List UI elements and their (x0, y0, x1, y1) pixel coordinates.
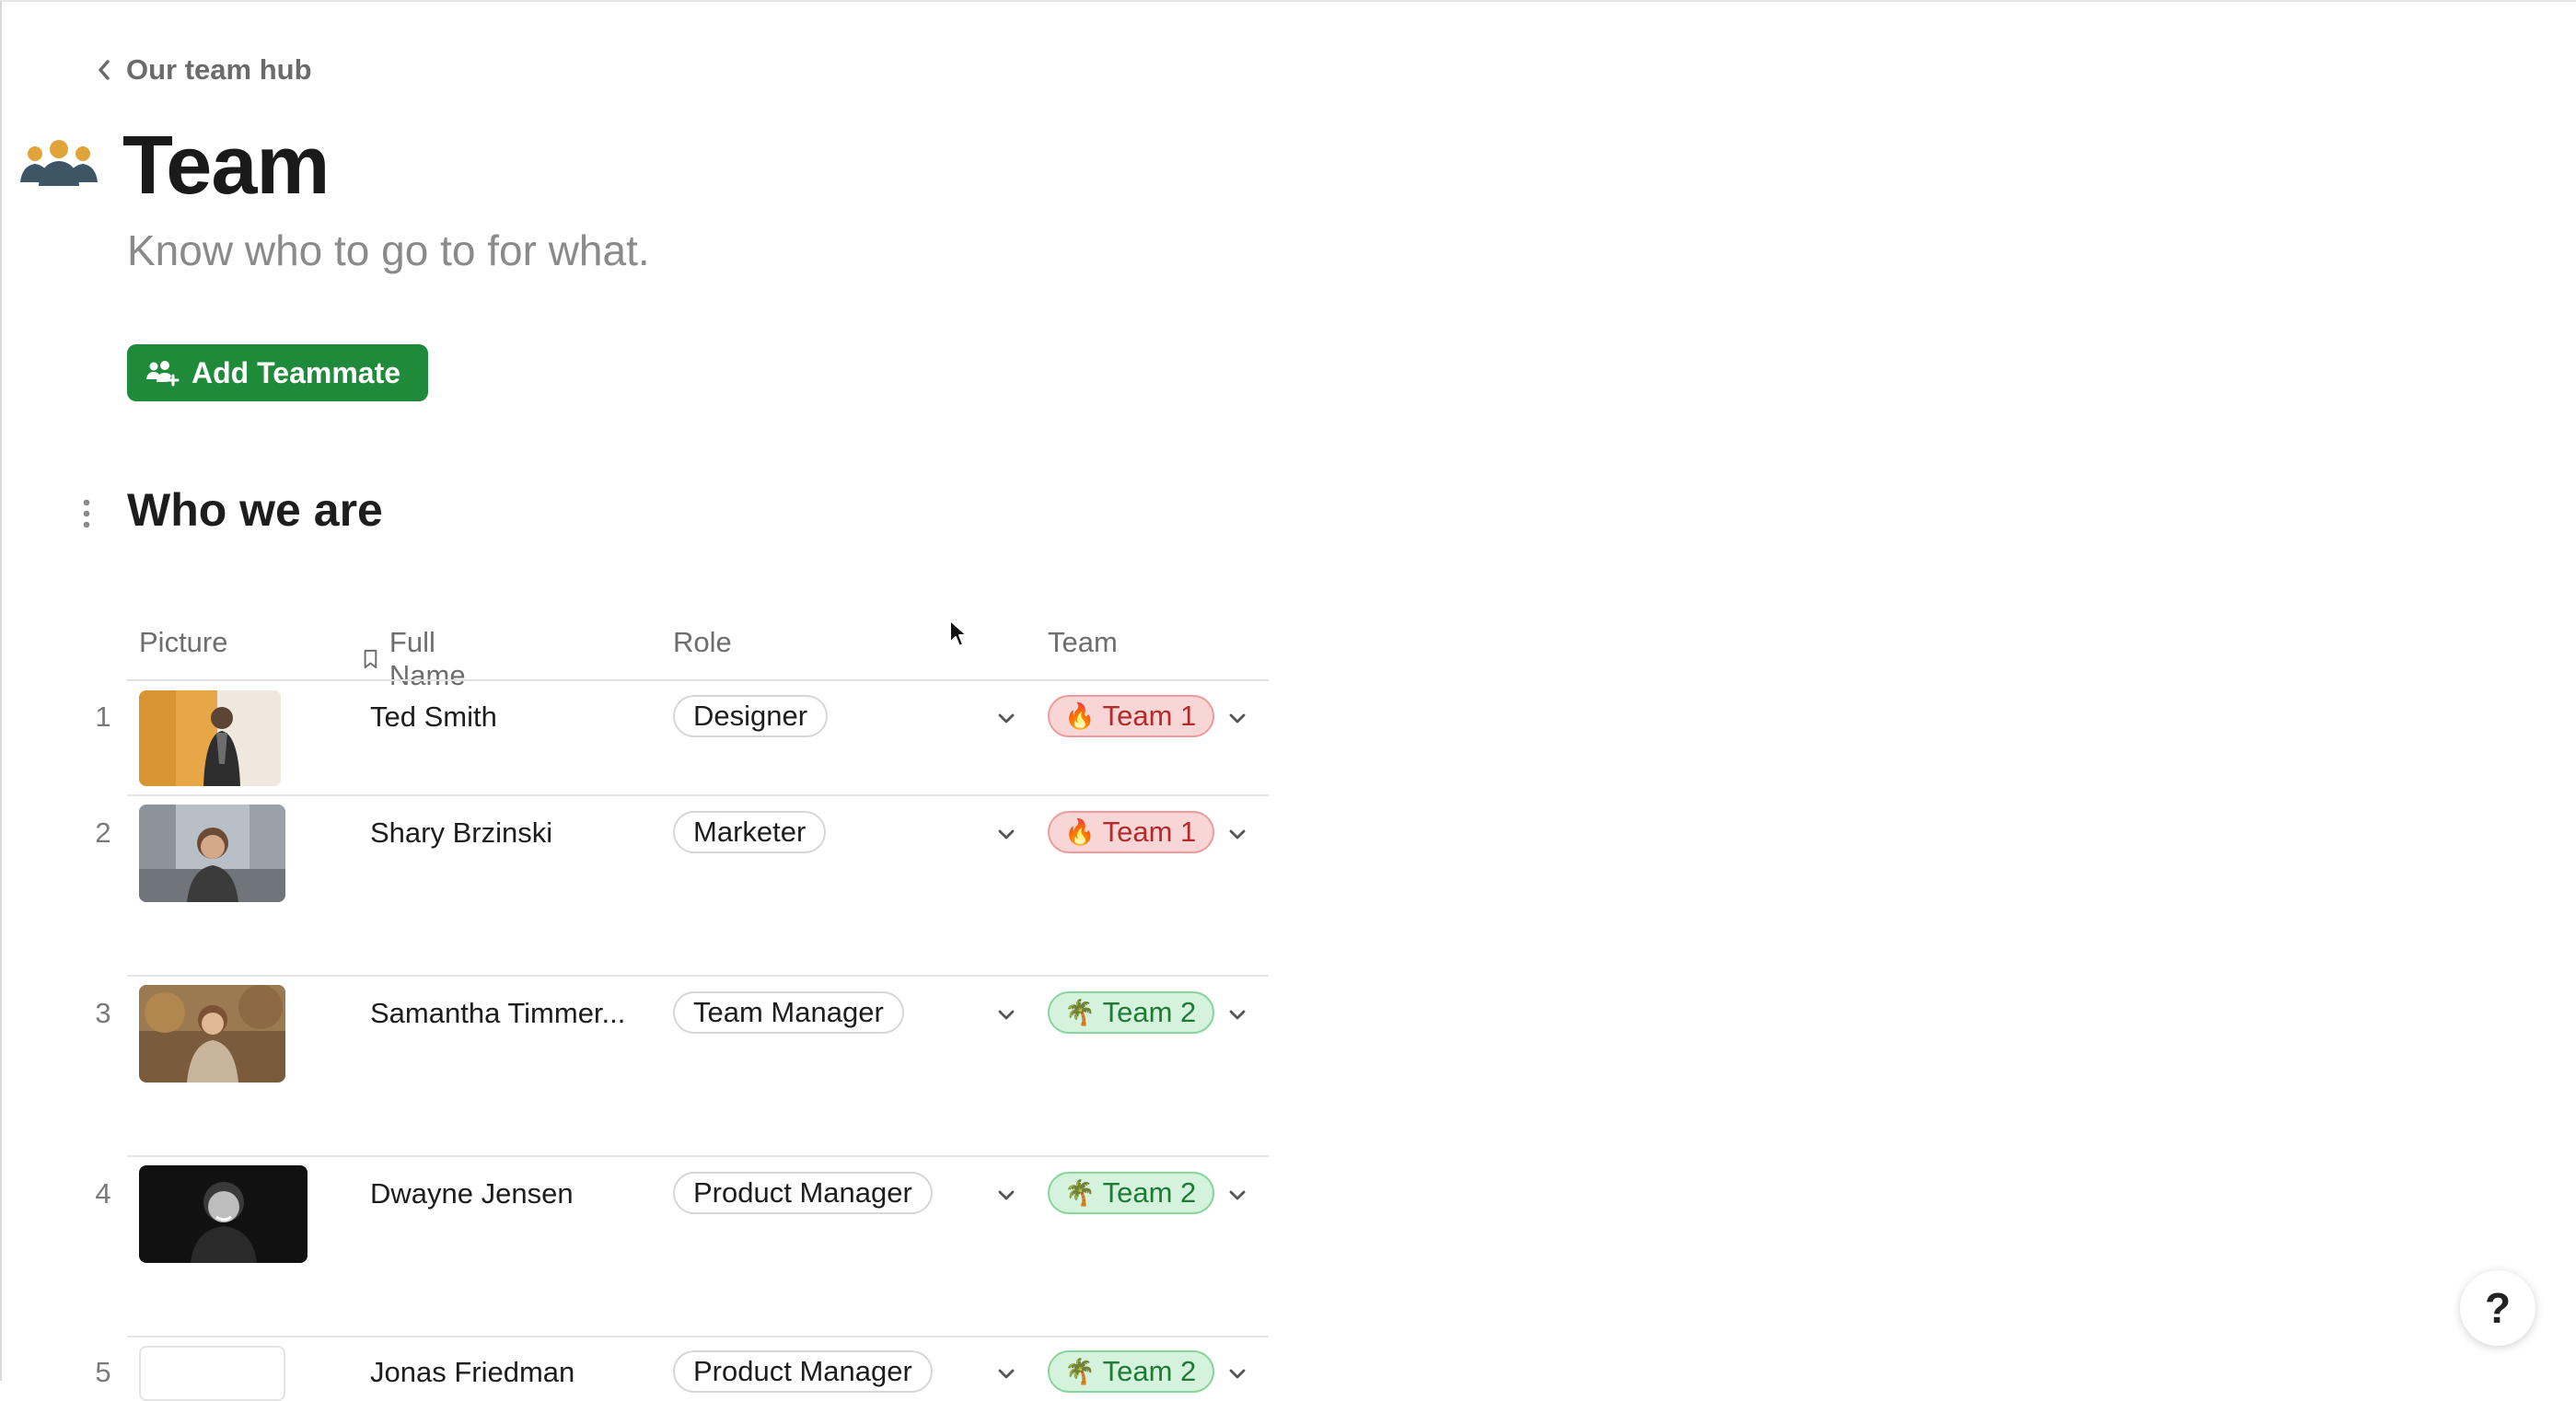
more-vertical-icon[interactable] (77, 497, 96, 530)
role-tag[interactable]: Product Manager (673, 1172, 933, 1214)
column-header-picture[interactable]: Picture (139, 626, 227, 659)
help-label: ? (2484, 1284, 2512, 1332)
row-number: 2 (95, 816, 111, 849)
photo-placeholder (139, 1165, 307, 1263)
team-tag[interactable]: 🌴 Team 2 (1048, 1350, 1215, 1393)
team-tag[interactable]: 🌴 Team 2 (1048, 991, 1215, 1034)
profile-picture[interactable] (139, 985, 285, 1083)
team-label: Team 2 (1102, 1355, 1197, 1387)
mouse-cursor-icon (949, 619, 968, 647)
add-teammate-label: Add Teammate (191, 355, 401, 389)
team-tag[interactable]: 🌴 Team 2 (1048, 1172, 1215, 1214)
page-subtitle: Know who to go to for what. (127, 226, 650, 274)
full-name[interactable]: Ted Smith (370, 700, 497, 734)
chevron-down-icon[interactable] (996, 1189, 1016, 1202)
team-label: Team 2 (1102, 1176, 1197, 1209)
profile-picture[interactable] (139, 690, 281, 786)
add-people-icon (146, 361, 180, 387)
chevron-down-icon[interactable] (996, 1009, 1016, 1022)
team-label: Team 1 (1102, 700, 1197, 732)
section-title: Who we are (127, 484, 383, 536)
full-name[interactable]: Dwayne Jensen (370, 1177, 574, 1210)
role-tag[interactable]: Team Manager (673, 991, 904, 1034)
role-tag[interactable]: Marketer (673, 811, 827, 853)
help-button[interactable]: ? (2460, 1270, 2535, 1346)
chevron-down-icon[interactable] (1227, 712, 1247, 725)
chevron-left-icon (99, 60, 110, 80)
photo-placeholder (139, 985, 285, 1083)
column-header-full-name[interactable]: Full Name (363, 626, 474, 692)
team-tag[interactable]: 🔥 Team 1 (1048, 811, 1215, 853)
chevron-down-icon[interactable] (996, 1368, 1016, 1381)
column-header-team-label: Team (1048, 626, 1118, 658)
role-tag[interactable]: Product Manager (673, 1350, 933, 1393)
breadcrumb[interactable]: Our team hub (95, 53, 312, 87)
full-name[interactable]: Jonas Friedman (370, 1356, 574, 1389)
chevron-down-icon[interactable] (1227, 1189, 1247, 1202)
row-number: 3 (95, 997, 111, 1029)
chevron-down-icon[interactable] (996, 828, 1016, 841)
row-number: 1 (95, 700, 111, 733)
chevron-down-icon[interactable] (996, 712, 1016, 725)
full-name[interactable]: Shary Brzinski (370, 816, 552, 850)
bookmark-icon (364, 649, 377, 669)
full-name[interactable]: Samantha Timmer... (370, 997, 625, 1030)
photo-placeholder (139, 805, 285, 902)
chevron-down-icon[interactable] (1227, 1009, 1247, 1022)
column-header-role[interactable]: Role (673, 626, 732, 659)
photo-placeholder (139, 690, 281, 786)
row-divider (127, 975, 1269, 977)
row-divider (127, 794, 1269, 796)
chevron-down-icon[interactable] (1227, 1368, 1247, 1381)
profile-picture[interactable] (139, 805, 285, 902)
role-tag[interactable]: Designer (673, 695, 829, 737)
row-divider (127, 1336, 1269, 1337)
row-number: 4 (95, 1177, 111, 1210)
fire-icon: 🔥 (1064, 818, 1096, 846)
column-header-role-label: Role (673, 626, 732, 658)
palm-tree-icon: 🌴 (1064, 1179, 1096, 1207)
team-label: Team 2 (1102, 996, 1197, 1028)
add-teammate-button[interactable]: Add Teammate (127, 344, 429, 401)
palm-tree-icon: 🌴 (1064, 1358, 1096, 1385)
people-group-icon (20, 140, 98, 186)
row-number: 5 (95, 1356, 111, 1388)
team-label: Team 1 (1102, 816, 1197, 848)
column-header-team[interactable]: Team (1048, 626, 1118, 659)
page-title: Team (122, 120, 330, 212)
fire-icon: 🔥 (1064, 702, 1096, 730)
header-divider (127, 679, 1269, 681)
column-header-full-name-label: Full Name (389, 626, 466, 691)
palm-tree-icon: 🌴 (1064, 999, 1096, 1026)
column-header-picture-label: Picture (139, 626, 228, 658)
breadcrumb-label: Our team hub (126, 53, 312, 86)
team-tag[interactable]: 🔥 Team 1 (1048, 695, 1215, 737)
profile-picture[interactable] (139, 1346, 285, 1401)
row-divider (127, 1155, 1269, 1157)
profile-picture[interactable] (139, 1165, 307, 1263)
chevron-down-icon[interactable] (1227, 828, 1247, 841)
